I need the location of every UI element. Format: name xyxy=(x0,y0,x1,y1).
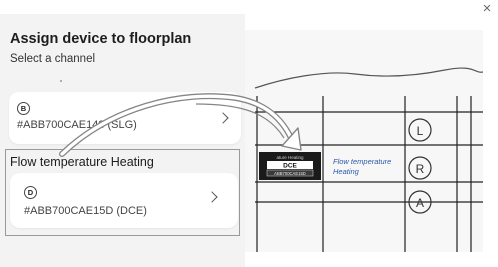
channel-id: #ABB700CAE148 (SLG) xyxy=(17,119,137,131)
channel-card-dce[interactable]: D #ABB700CAE15D (DCE) xyxy=(10,173,238,228)
chevron-right-icon xyxy=(206,191,218,203)
dialog-title: Assign device to floorplan xyxy=(10,31,192,47)
selected-channel-label: Flow temperature Heating xyxy=(10,155,154,169)
channel-badge: B xyxy=(17,102,30,115)
circle-label: R xyxy=(416,162,425,176)
handwritten-label: Heating xyxy=(333,167,360,176)
selected-channel-section: Flow temperature Heating D #ABB700CAE15D… xyxy=(5,149,240,236)
decorative-dot xyxy=(60,80,62,82)
device-tag-caption: ature Heating xyxy=(276,155,304,160)
device-tag-id: ABB700CAE15D xyxy=(274,171,306,176)
circle-label: L xyxy=(417,124,424,138)
channel-id: #ABB700CAE15D (DCE) xyxy=(24,205,147,217)
circle-label: A xyxy=(416,196,424,210)
channel-card-slg[interactable]: B #ABB700CAE148 (SLG) xyxy=(9,92,241,144)
floorplan-preview: L R A ature Heating DCE ABB700CAE15D Flo… xyxy=(245,30,483,252)
dialog-subtitle: Select a channel xyxy=(10,53,96,65)
handwritten-label: Flow temperature xyxy=(333,157,391,166)
device-tag: ature Heating DCE ABB700CAE15D xyxy=(259,152,321,180)
channel-badge: D xyxy=(24,186,37,199)
chevron-right-icon xyxy=(217,112,229,124)
device-tag-code: DCE xyxy=(283,163,297,170)
floorplan-drawing: L R A ature Heating DCE ABB700CAE15D Flo… xyxy=(254,67,483,252)
close-icon[interactable]: × xyxy=(480,1,494,16)
